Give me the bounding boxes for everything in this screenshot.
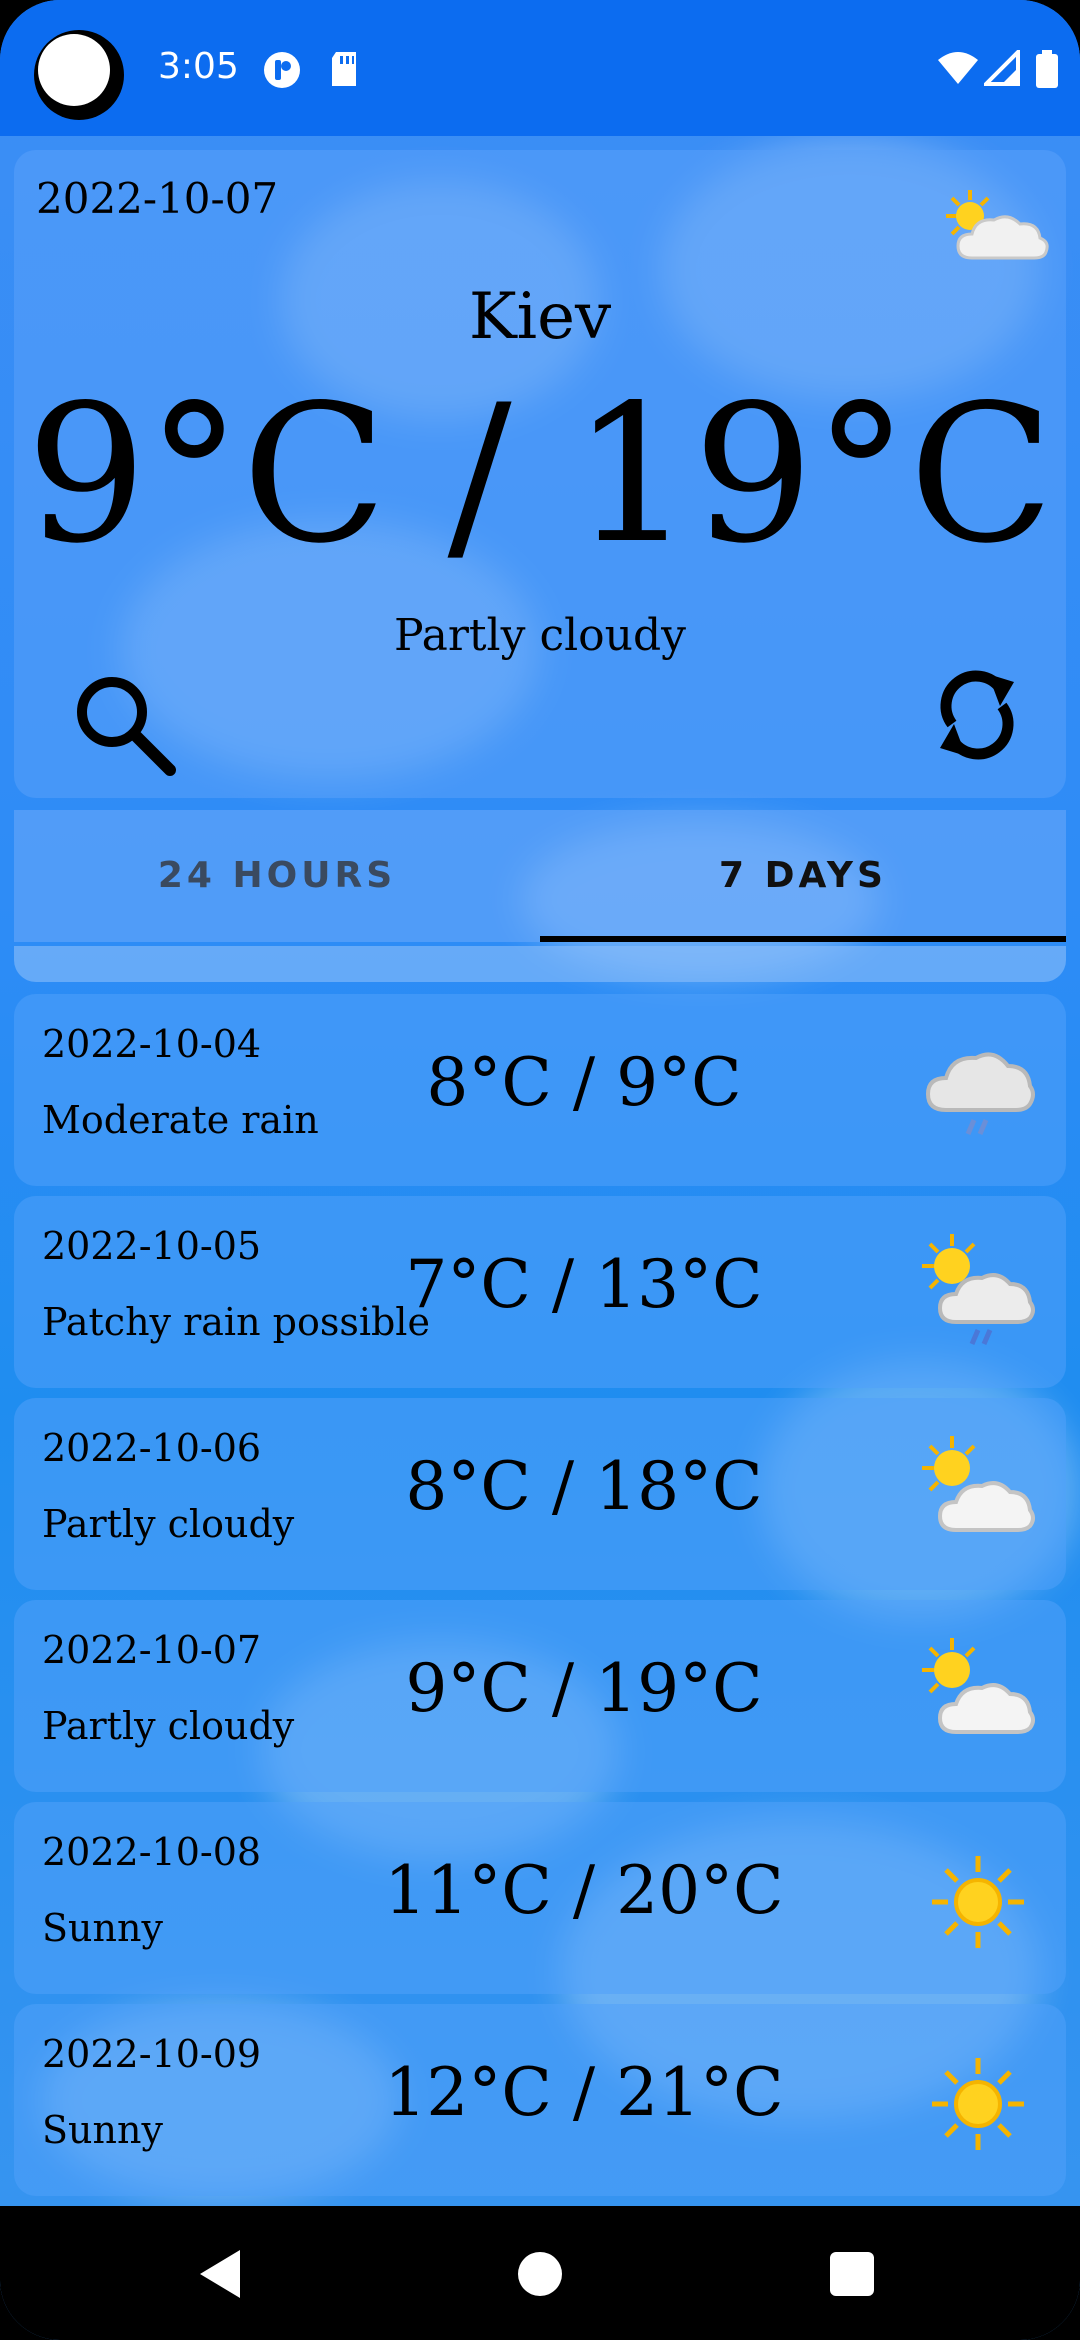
forecast-temperature: 12°C / 21°C — [384, 2054, 784, 2131]
app-notification-icon — [264, 52, 300, 88]
forecast-condition: Sunny — [42, 2108, 163, 2152]
forecast-date: 2022-10-09 — [42, 2032, 262, 2076]
forecast-date: 2022-10-06 — [42, 1426, 262, 1470]
selected-tab-indicator — [540, 936, 1066, 942]
partly-cloudy-icon — [946, 190, 1049, 260]
forecast-date: 2022-10-04 — [42, 1022, 262, 1066]
forecast-condition: Partly cloudy — [42, 1502, 295, 1546]
current-weather-card: 2022-10-07 Kiev 9°C / 19°C Partly cloudy — [14, 150, 1066, 798]
battery-icon — [1036, 50, 1058, 88]
partly-cloudy-icon — [922, 1638, 1035, 1734]
search-icon[interactable] — [70, 670, 180, 780]
back-button[interactable] — [200, 2250, 240, 2298]
forecast-date: 2022-10-08 — [42, 1830, 262, 1874]
city-name: Kiev — [468, 280, 612, 354]
forecast-day-card[interactable]: 2022-10-04 Moderate rain 8°C / 9°C — [14, 994, 1066, 1186]
current-temperature: 9°C / 19°C — [25, 364, 1055, 585]
app-screen: 3:05 2022-10-07 Kiev 9°C / 19°C Partly c… — [0, 0, 1080, 2340]
partly-cloudy-icon — [922, 1436, 1035, 1532]
forecast-temperature: 8°C / 18°C — [405, 1448, 763, 1525]
refresh-icon[interactable] — [922, 660, 1032, 770]
tab-7-days[interactable]: 7 DAYS — [540, 810, 1066, 942]
forecast-day-card[interactable]: 2022-10-05 Patchy rain possible 7°C / 13… — [14, 1196, 1066, 1388]
sd-card-icon — [332, 52, 356, 86]
wifi-icon — [938, 52, 978, 84]
forecast-date: 2022-10-07 — [42, 1628, 262, 1672]
recent-apps-button[interactable] — [830, 2252, 874, 2296]
home-button[interactable] — [518, 2252, 562, 2296]
moon-icon — [34, 30, 124, 120]
signal-icon — [984, 50, 1020, 86]
forecast-day-card[interactable]: 2022-10-08 Sunny 11°C / 20°C — [14, 1802, 1066, 1994]
forecast-condition: Sunny — [42, 1906, 163, 1950]
sun-rain-icon — [922, 1234, 1035, 1345]
forecast-tabs: 24 HOURS 7 DAYS — [14, 810, 1066, 942]
list-top-edge — [14, 946, 1066, 982]
forecast-temperature: 8°C / 9°C — [426, 1044, 742, 1121]
forecast-day-card[interactable]: 2022-10-09 Sunny 12°C / 21°C — [14, 2004, 1066, 2196]
forecast-condition: Partly cloudy — [42, 1704, 295, 1748]
current-condition: Partly cloudy — [393, 610, 687, 661]
forecast-temperature: 11°C / 20°C — [384, 1852, 784, 1929]
forecast-date: 2022-10-05 — [42, 1224, 262, 1268]
current-date: 2022-10-07 — [36, 174, 279, 223]
rain-cloud-icon — [925, 1052, 1035, 1135]
sun-icon — [932, 1856, 1024, 1948]
status-bar: 3:05 — [0, 0, 1080, 136]
forecast-day-card[interactable]: 2022-10-07 Partly cloudy 9°C / 19°C — [14, 1600, 1066, 1792]
forecast-temperature: 7°C / 13°C — [405, 1246, 763, 1323]
sun-icon — [932, 2058, 1024, 2150]
status-time: 3:05 — [158, 46, 239, 87]
tab-24-hours[interactable]: 24 HOURS — [14, 810, 540, 942]
system-navigation-bar — [0, 2206, 1080, 2340]
forecast-temperature: 9°C / 19°C — [405, 1650, 763, 1727]
forecast-day-card[interactable]: 2022-10-06 Partly cloudy 8°C / 18°C — [14, 1398, 1066, 1590]
